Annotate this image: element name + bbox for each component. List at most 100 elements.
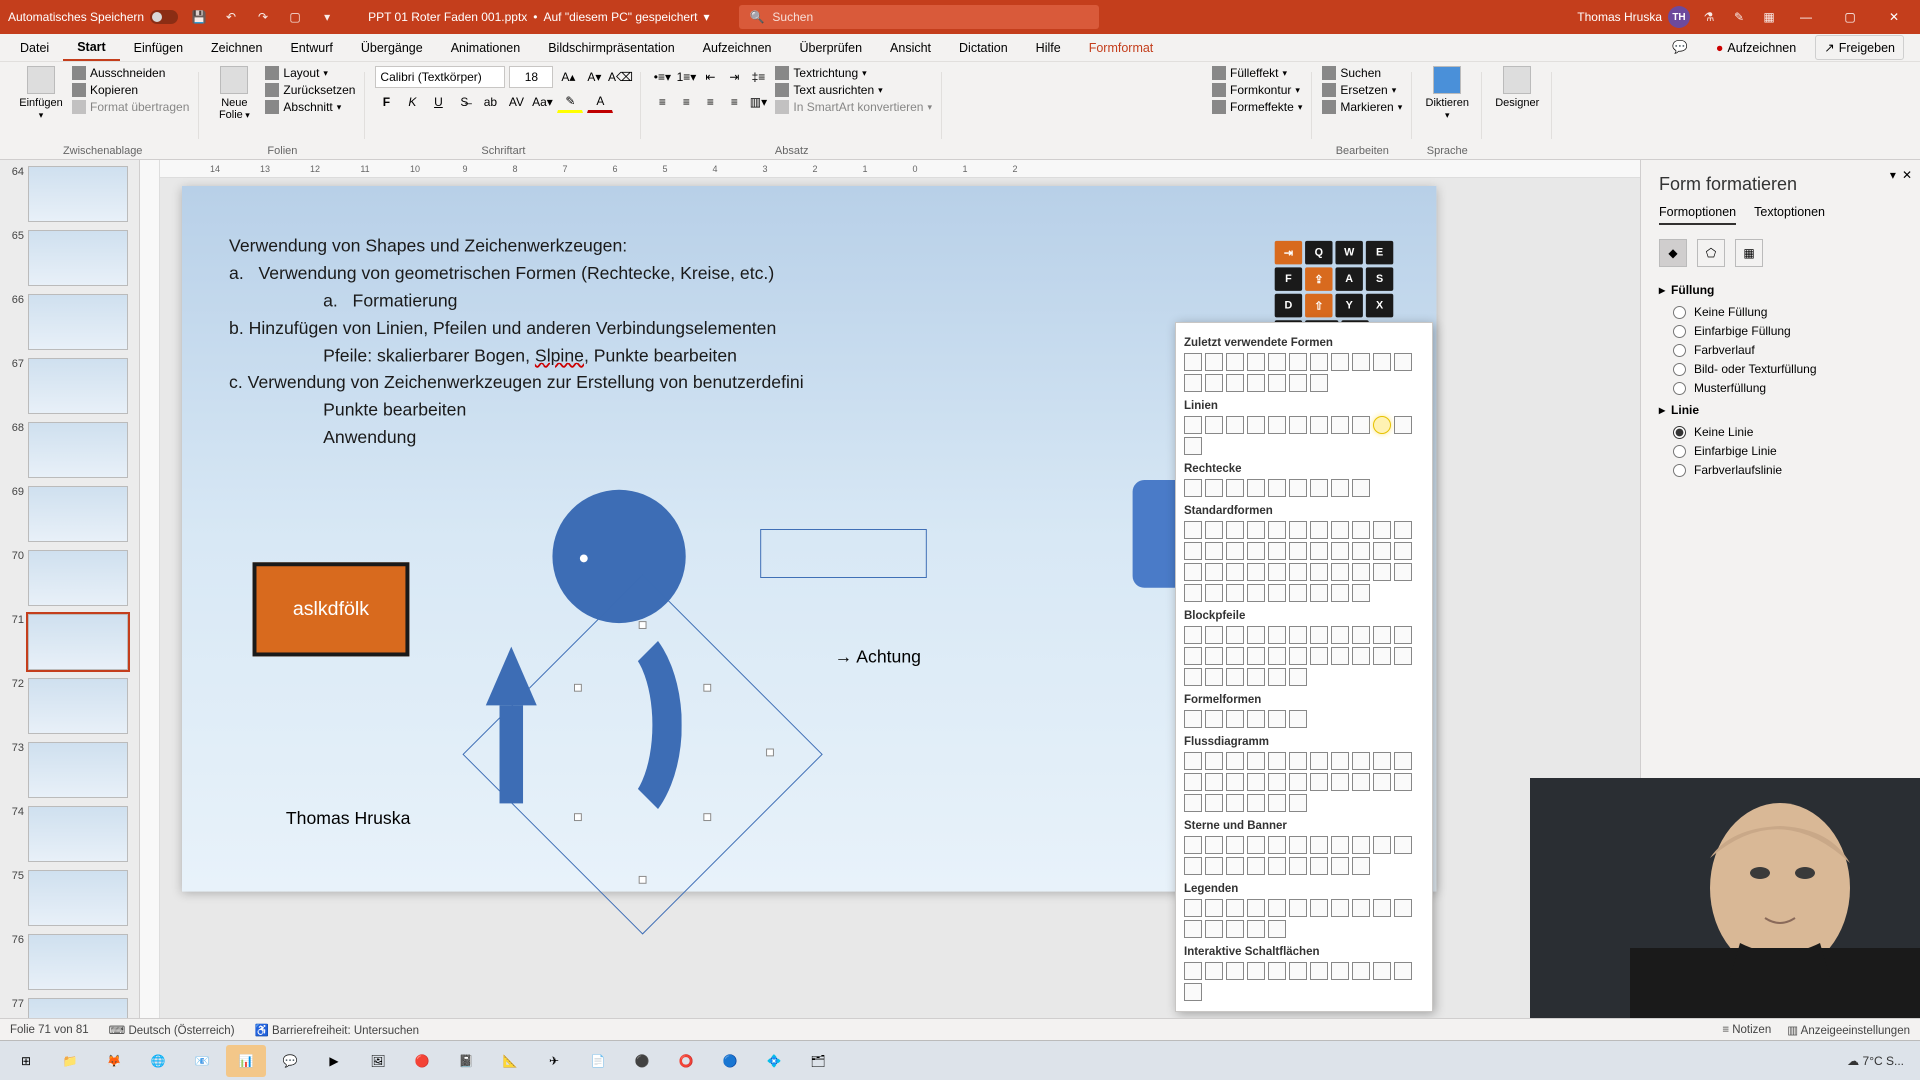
coming-soon-icon[interactable]: ⚗ <box>1698 6 1720 28</box>
tab-entwurf[interactable]: Entwurf <box>276 34 346 61</box>
shape-gallery-item[interactable] <box>1352 773 1370 791</box>
shape-gallery-item[interactable] <box>1310 647 1328 665</box>
shape-gallery-item[interactable] <box>1247 836 1265 854</box>
shape-gallery-item[interactable] <box>1226 962 1244 980</box>
shape-gallery-item[interactable] <box>1268 584 1286 602</box>
shape-gallery-item[interactable] <box>1289 479 1307 497</box>
tab-uebergaenge[interactable]: Übergänge <box>347 34 437 61</box>
shape-gallery-item[interactable] <box>1268 647 1286 665</box>
shape-gallery-item[interactable] <box>1373 647 1391 665</box>
shape-gallery-item[interactable] <box>1352 626 1370 644</box>
undo-icon[interactable]: ↶ <box>220 6 242 28</box>
shape-gallery-item[interactable] <box>1373 626 1391 644</box>
slide-counter[interactable]: Folie 71 von 81 <box>10 1024 89 1036</box>
align-center-button[interactable]: ≡ <box>675 91 697 113</box>
shape-gallery-item[interactable] <box>1289 647 1307 665</box>
shape-gallery-item[interactable] <box>1184 920 1202 938</box>
display-settings-button[interactable]: ▥ Anzeigeeinstellungen <box>1787 1023 1910 1037</box>
shape-gallery-item[interactable] <box>1184 983 1202 1001</box>
shape-gallery-item[interactable] <box>1394 773 1412 791</box>
align-text-button[interactable]: Text ausrichten <box>775 83 932 97</box>
share-button[interactable]: ↗ Freigeben <box>1815 35 1904 60</box>
shape-gallery-item[interactable] <box>1289 563 1307 581</box>
shape-gallery-item[interactable] <box>1268 563 1286 581</box>
shape-gallery-item[interactable] <box>1331 584 1349 602</box>
shape-gallery-item[interactable] <box>1373 752 1391 770</box>
font-color-button[interactable]: A <box>587 91 613 113</box>
shape-gallery-item[interactable] <box>1205 752 1223 770</box>
slide-thumbnail[interactable]: 66 <box>4 294 135 350</box>
blue-curved-arrow-shape[interactable] <box>554 617 681 833</box>
slide-thumbnail[interactable]: 68 <box>4 422 135 478</box>
shape-gallery-item[interactable] <box>1205 794 1223 812</box>
shape-gallery-item[interactable] <box>1331 542 1349 560</box>
bold-button[interactable]: F <box>375 91 397 113</box>
qat-more-icon[interactable]: ▾ <box>316 6 338 28</box>
shape-gallery-item[interactable] <box>1310 773 1328 791</box>
telegram-icon[interactable]: ✈ <box>534 1045 574 1077</box>
line-spacing-button[interactable]: ‡≡ <box>747 66 769 88</box>
tab-ueberpruefen[interactable]: Überprüfen <box>785 34 876 61</box>
shape-gallery-item[interactable] <box>1184 773 1202 791</box>
slide-thumbnail[interactable]: 69 <box>4 486 135 542</box>
layout-button[interactable]: Layout <box>265 66 355 80</box>
shape-gallery-item[interactable] <box>1205 521 1223 539</box>
outdent-button[interactable]: ⇤ <box>699 66 721 88</box>
shape-gallery-item[interactable] <box>1247 752 1265 770</box>
shape-gallery-item[interactable] <box>1310 899 1328 917</box>
section-button[interactable]: Abschnitt <box>265 100 355 114</box>
shape-gallery-item[interactable] <box>1247 794 1265 812</box>
shape-gallery-item[interactable] <box>1373 521 1391 539</box>
shape-gallery-item[interactable] <box>1373 542 1391 560</box>
shape-gallery-item[interactable] <box>1247 353 1265 371</box>
shape-gallery-item[interactable] <box>1205 962 1223 980</box>
redo-icon[interactable]: ↷ <box>252 6 274 28</box>
shape-gallery-item[interactable] <box>1352 899 1370 917</box>
shape-gallery-item[interactable] <box>1184 836 1202 854</box>
shape-gallery-item[interactable] <box>1205 899 1223 917</box>
record-button[interactable]: ● Aufzeichnen <box>1707 36 1805 60</box>
close-button[interactable]: ✕ <box>1876 5 1912 29</box>
align-right-button[interactable]: ≡ <box>699 91 721 113</box>
italic-button[interactable]: K <box>401 91 423 113</box>
slide-thumbnail[interactable]: 70 <box>4 550 135 606</box>
shape-gallery-item[interactable] <box>1184 563 1202 581</box>
line-option-radio[interactable]: Farbverlaufslinie <box>1673 463 1902 477</box>
shape-gallery-item[interactable] <box>1205 647 1223 665</box>
file-explorer-icon[interactable]: 📁 <box>50 1045 90 1077</box>
highlight-color-button[interactable]: ✎ <box>557 91 583 113</box>
shape-gallery-item[interactable] <box>1352 563 1370 581</box>
slide-thumbnail[interactable]: 72 <box>4 678 135 734</box>
shape-gallery-item[interactable] <box>1247 899 1265 917</box>
shape-effects-button[interactable]: Formeffekte <box>1212 100 1302 114</box>
fill-option-radio[interactable]: Keine Füllung <box>1673 305 1902 319</box>
shape-gallery-item[interactable] <box>1205 416 1223 434</box>
columns-button[interactable]: ▥▾ <box>747 91 769 113</box>
shape-gallery-item[interactable] <box>1205 710 1223 728</box>
shape-gallery-item[interactable] <box>1268 710 1286 728</box>
tab-aufzeichnen[interactable]: Aufzeichnen <box>689 34 786 61</box>
shape-gallery-item[interactable] <box>1352 962 1370 980</box>
align-left-button[interactable]: ≡ <box>651 91 673 113</box>
shape-gallery-item[interactable] <box>1268 479 1286 497</box>
shape-gallery-item[interactable] <box>1310 962 1328 980</box>
shape-gallery-item[interactable] <box>1310 479 1328 497</box>
shape-gallery-item[interactable] <box>1268 899 1286 917</box>
tab-bildschirm[interactable]: Bildschirmpräsentation <box>534 34 688 61</box>
shape-gallery-item[interactable] <box>1331 647 1349 665</box>
smartart-convert-button[interactable]: In SmartArt konvertieren <box>775 100 932 114</box>
slide-thumbnail[interactable]: 74 <box>4 806 135 862</box>
shape-gallery-item[interactable] <box>1394 752 1412 770</box>
text-direction-button[interactable]: Textrichtung <box>775 66 932 80</box>
selection-handle[interactable] <box>574 813 582 821</box>
shape-gallery-item[interactable] <box>1289 857 1307 875</box>
shape-gallery-item[interactable] <box>1205 668 1223 686</box>
shape-gallery-item[interactable] <box>1352 752 1370 770</box>
designer-button[interactable]: Designer <box>1492 66 1542 109</box>
vlc-icon[interactable]: ▶ <box>314 1045 354 1077</box>
selection-handle[interactable] <box>703 684 711 692</box>
shape-gallery-item[interactable] <box>1247 542 1265 560</box>
account-button[interactable]: Thomas Hruska TH <box>1577 6 1690 28</box>
shape-gallery-item[interactable] <box>1184 752 1202 770</box>
shape-gallery-item[interactable] <box>1331 521 1349 539</box>
